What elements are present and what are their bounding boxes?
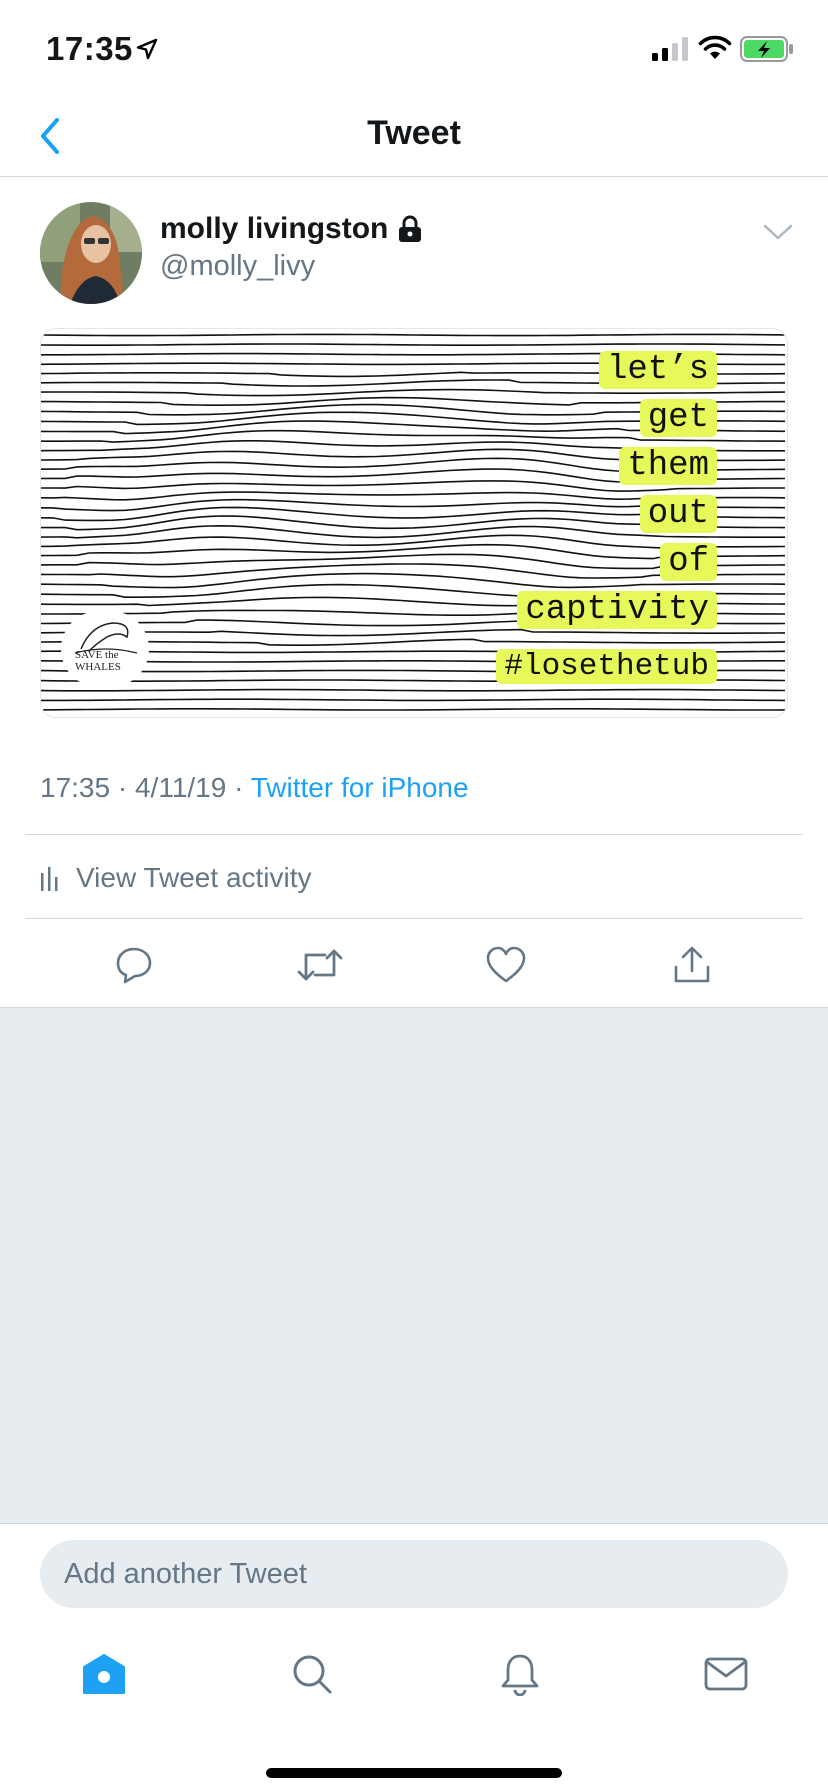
media-text-line-2: get xyxy=(639,399,717,437)
notifications-icon xyxy=(501,1654,539,1696)
like-icon xyxy=(486,946,526,983)
tab-bar xyxy=(0,1644,828,1704)
tweet-media-image[interactable]: let’s get them out of captivity #losethe… xyxy=(40,328,788,718)
meta-separator: · xyxy=(234,772,244,803)
tab-home[interactable] xyxy=(74,1644,134,1704)
avatar[interactable] xyxy=(40,202,142,304)
add-another-tweet-input[interactable] xyxy=(40,1540,788,1608)
tab-notifications[interactable] xyxy=(490,1644,550,1704)
view-tweet-activity-label: View Tweet activity xyxy=(76,862,312,893)
divider xyxy=(25,918,803,919)
messages-icon xyxy=(704,1657,748,1691)
author-name-row[interactable]: molly livingston xyxy=(160,212,422,246)
retweet-icon xyxy=(297,949,343,981)
tweet-source-link[interactable]: Twitter for iPhone xyxy=(251,772,469,803)
share-icon xyxy=(674,946,710,983)
wifi-icon xyxy=(698,35,732,59)
media-text-line-5: of xyxy=(660,543,717,581)
author-name: molly livingston xyxy=(160,212,389,245)
tweet-time: 17:35 xyxy=(40,772,111,803)
home-icon xyxy=(83,1654,125,1694)
logo-text: SAVE the WHALES xyxy=(75,649,121,673)
lock-icon xyxy=(399,215,422,242)
author-handle: @molly_livy xyxy=(160,250,316,282)
share-button[interactable] xyxy=(667,940,717,990)
tweet-detail: molly livingston @molly_livy let’s get t… xyxy=(0,178,828,1008)
reply-button[interactable] xyxy=(109,940,159,990)
retweet-button[interactable] xyxy=(295,940,345,990)
analytics-icon xyxy=(41,867,58,891)
battery-charging-icon xyxy=(740,36,793,62)
tweet-meta: 17:35 · 4/11/19 · Twitter for iPhone xyxy=(40,772,469,804)
search-icon xyxy=(293,1655,332,1694)
media-text-line-6: captivity xyxy=(517,591,717,629)
media-text-line-1: let’s xyxy=(598,351,717,389)
media-hashtag: #losethetub xyxy=(496,649,717,684)
cellular-signal-icon xyxy=(652,37,688,61)
status-bar: 17:35 xyxy=(0,0,828,100)
divider xyxy=(25,834,803,835)
tweet-actions xyxy=(0,940,828,990)
tweet-date: 4/11/19 xyxy=(134,772,227,803)
media-text-line-3: them xyxy=(619,447,717,485)
tab-search[interactable] xyxy=(282,1644,342,1704)
location-arrow-icon xyxy=(136,38,158,60)
like-button[interactable] xyxy=(481,940,531,990)
bottom-bar xyxy=(0,1523,828,1792)
page-title: Tweet xyxy=(367,114,461,152)
meta-separator: · xyxy=(117,772,128,803)
nav-bar: Tweet xyxy=(0,100,828,177)
media-text-line-4: out xyxy=(639,495,717,533)
empty-replies-area xyxy=(0,1008,828,1523)
view-tweet-activity-button[interactable]: View Tweet activity xyxy=(40,862,312,894)
reply-icon xyxy=(116,947,152,984)
home-indicator xyxy=(266,1768,562,1778)
status-time: 17:35 xyxy=(46,30,133,67)
tab-messages[interactable] xyxy=(696,1644,756,1704)
chevron-down-icon[interactable] xyxy=(762,222,794,242)
